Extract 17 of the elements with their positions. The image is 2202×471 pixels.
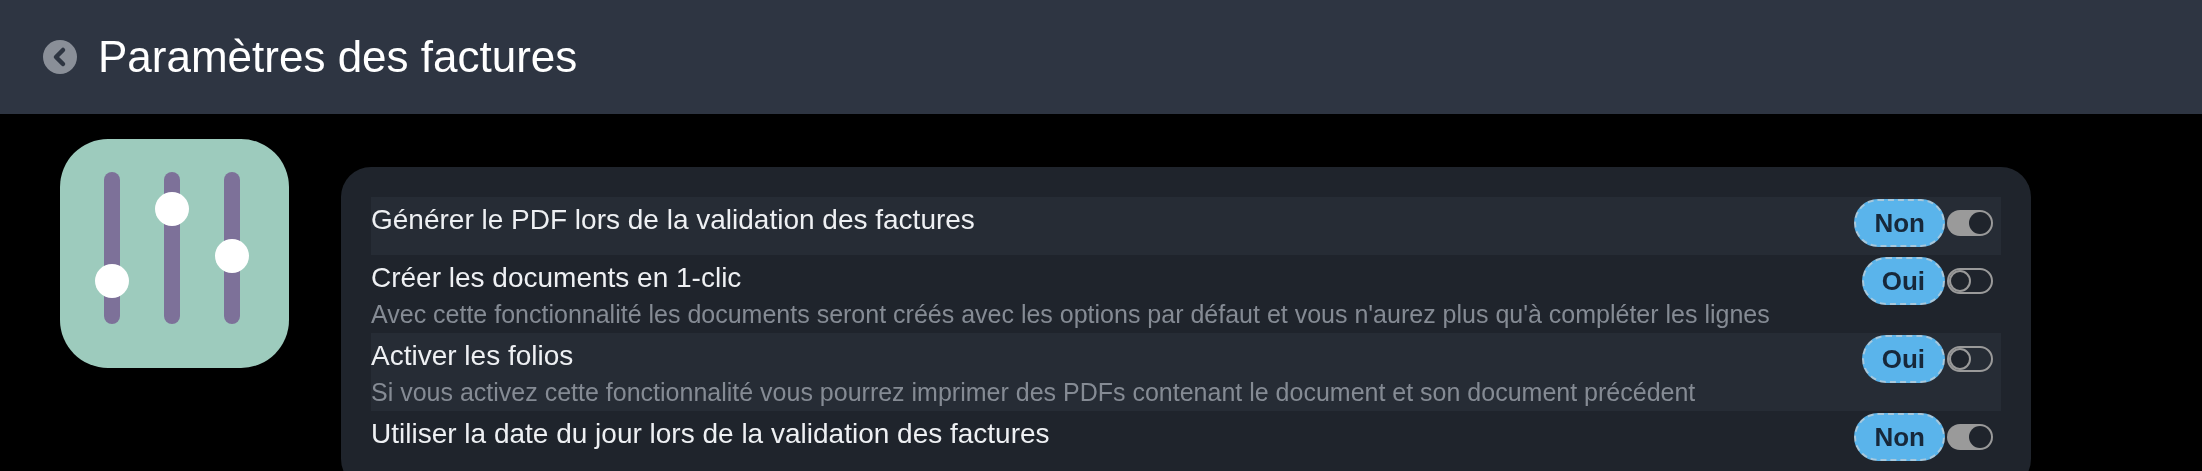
- setting-label: Générer le PDF lors de la validation des factures: [371, 203, 975, 237]
- setting-label: Activer les folios: [371, 339, 575, 373]
- toggle-switch[interactable]: [1947, 210, 1993, 236]
- value-badge: Non: [1854, 199, 1945, 247]
- setting-description: Avec cette fonctionnalité les documents seront créés avec les options par défaut et vous n'aurez plus qu'à compléter les lignes: [371, 299, 1770, 330]
- setting-label: Créer les documents en 1-clic: [371, 261, 743, 295]
- page-title: Paramètres des factures: [98, 31, 578, 83]
- setting-label: Utiliser la date du jour lors de la validation des factures: [371, 417, 1050, 451]
- toggle-switch[interactable]: [1947, 424, 1993, 450]
- toggle-switch[interactable]: [1947, 268, 1993, 294]
- value-badge: Non: [1854, 413, 1945, 461]
- setting-description: Si vous activez cette fonctionnalité vous pourrez imprimer des PDFs contenant le document et son document précédent: [371, 377, 1696, 408]
- value-badge: Oui: [1861, 335, 1945, 383]
- value-badge: Oui: [1861, 257, 1945, 305]
- sliders-icon: [60, 139, 289, 368]
- toggle-switch[interactable]: [1947, 346, 1993, 372]
- back-icon[interactable]: [43, 40, 77, 74]
